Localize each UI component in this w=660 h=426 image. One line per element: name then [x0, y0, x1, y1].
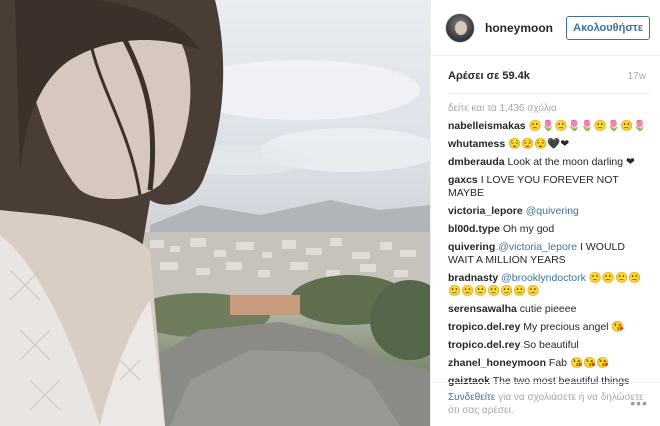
more-options-icon[interactable]: ••• [630, 396, 648, 410]
username[interactable]: honeymoon [485, 21, 566, 35]
comment-item: bradnasty @brooklyndoctork 🙂🙂🙂🙂🙂🙂🙂🙂🙂🙂🙂 [448, 272, 648, 298]
comment-item: tropico.del.rey So beautiful [448, 339, 648, 352]
comment-username[interactable]: whutamess [448, 138, 505, 150]
comment-username[interactable]: tropico.del.rey [448, 339, 520, 351]
comment-username[interactable]: zhanel_honeymoon [448, 357, 546, 369]
view-all-comments-link[interactable]: δείτε και τα 1,436 σχόλια [448, 102, 648, 115]
comment-username[interactable]: dmberauda [448, 156, 505, 168]
comment-username[interactable]: bl00d.type [448, 223, 500, 235]
comment-text: 😌😌😌🖤❤ [505, 138, 570, 150]
post-footer: Συνδεθείτε για να σχολιάσετε ή να δηλώσε… [431, 382, 660, 426]
comment-item: gaxcs I LOVE YOU FOREVER NOT MAYBE [448, 174, 648, 200]
comment-text: Oh my god [499, 223, 555, 235]
comment-username[interactable]: gaxcs [448, 174, 478, 186]
avatar[interactable] [445, 12, 475, 43]
comment-item: victoria_lepore @quivering [448, 205, 648, 218]
comment-item: zhanel_honeymoon Fab 😘😘😘 [448, 357, 648, 370]
comment-item: serensawalha cutie pieeee [448, 303, 648, 316]
photo-scene [0, 0, 430, 426]
comments-list: δείτε και τα 1,436 σχόλια nabelleismakas… [431, 94, 660, 388]
comment-mention[interactable]: @brooklyndoctork [501, 272, 586, 284]
comment-text: My precious angel 😘 [520, 321, 625, 333]
comment-text: Look at the moon darling ❤ [504, 156, 635, 168]
comment-mention[interactable]: @quivering [526, 205, 579, 217]
post-side-panel: honeymoon Ακολουθήστε Αρέσει σε 59.4k 17… [430, 0, 660, 426]
comment-text: So beautiful [520, 339, 579, 351]
comment-text: Fab 😘😘😘 [546, 357, 610, 369]
comment-item: dmberauda Look at the moon darling ❤ [448, 156, 648, 169]
comment-username[interactable]: serensawalha [448, 303, 517, 315]
comment-item: whutamess 😌😌😌🖤❤ [448, 138, 648, 151]
likes-count[interactable]: Αρέσει σε 59.4k [448, 70, 530, 82]
comment-item: nabelleismakas 🙂🌷🙂🌷🌷🙂🌷🙂🌷 [448, 120, 648, 133]
login-link[interactable]: Συνδεθείτε [448, 392, 495, 403]
comment-text: 🙂🌷🙂🌷🌷🙂🌷🙂🌷 [525, 120, 647, 132]
likes-row: Αρέσει σε 59.4k 17w [431, 56, 660, 82]
comment-mention[interactable]: @victoria_lepore [498, 241, 577, 253]
comment-item: tropico.del.rey My precious angel 😘 [448, 321, 648, 334]
comment-item: bl00d.type Oh my god [448, 223, 648, 236]
comment-username[interactable]: victoria_lepore [448, 205, 523, 217]
post-header: honeymoon Ακολουθήστε [431, 0, 660, 56]
follow-button[interactable]: Ακολουθήστε [566, 15, 650, 40]
comment-username[interactable]: bradnasty [448, 272, 498, 284]
comment-text: cutie pieeee [516, 303, 577, 315]
comment-username[interactable]: tropico.del.rey [448, 321, 520, 333]
comment-item: quivering @victoria_lepore I WOULD WAIT … [448, 241, 648, 267]
comment-username[interactable]: quivering [448, 241, 495, 253]
post-time[interactable]: 17w [628, 71, 646, 82]
comment-username[interactable]: nabelleismakas [448, 120, 526, 132]
post-photo[interactable] [0, 0, 430, 426]
